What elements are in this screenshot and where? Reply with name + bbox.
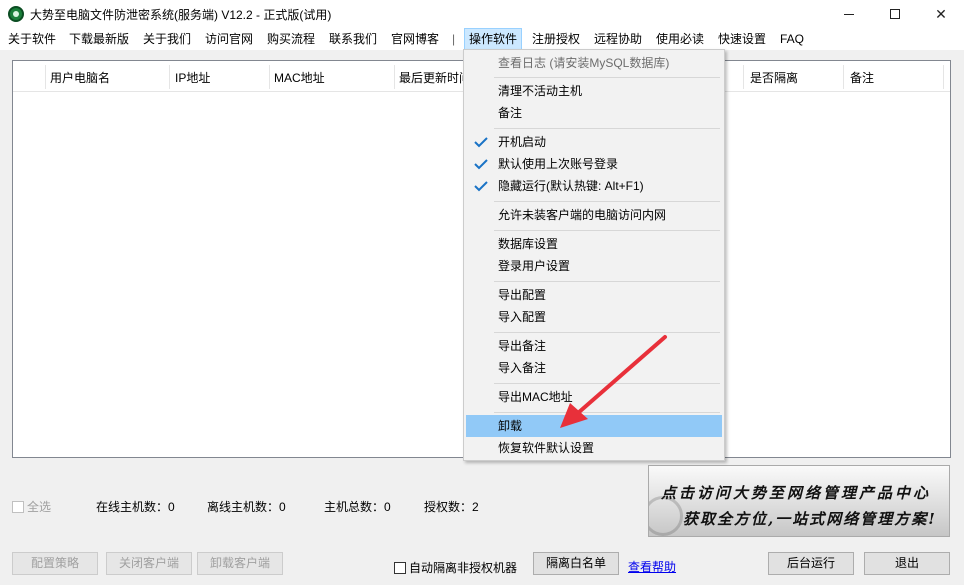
check-icon [474,159,488,170]
column-ip[interactable]: IP地址 [175,69,210,86]
menu-quick-setup[interactable]: 快速设置 [714,28,770,50]
menu-faq[interactable]: FAQ [776,28,808,50]
help-link[interactable]: 查看帮助 [628,558,676,575]
menu-about[interactable]: 关于软件 [4,28,60,50]
menu-remote[interactable]: 远程协助 [590,28,646,50]
menu-blog[interactable]: 官网博客 [387,28,443,50]
total-count: 主机总数：0 [324,500,391,514]
menu-default-login-label: 默认使用上次账号登录 [498,157,619,171]
whitelist-button[interactable]: 隔离白名单 [533,552,619,575]
menu-operate[interactable]: 操作软件 [464,28,523,50]
menu-allow-unclient[interactable]: 允许未装客户端的电脑访问内网 [466,204,722,226]
column-computer-name[interactable]: 用户电脑名 [50,69,110,86]
maximize-button[interactable] [872,0,918,28]
minimize-icon [844,13,854,15]
menu-uninstall[interactable]: 卸载 [466,415,722,437]
close-icon: ✕ [935,5,947,22]
menu-divider [494,332,720,333]
menu-export-remark[interactable]: 导出备注 [466,335,722,357]
column-divider[interactable] [394,65,395,89]
online-count: 在线主机数：0 [96,500,175,514]
menu-remark[interactable]: 备注 [466,102,722,124]
select-all-label: 全选 [27,500,52,514]
check-icon [474,181,488,192]
column-last-update[interactable]: 最后更新时间 [399,69,471,86]
column-divider[interactable] [169,65,170,89]
auto-isolate-checkbox[interactable]: 自动隔离非授权机器 [394,559,517,576]
menu-hidden-run-label: 隐藏运行(默认热键: Alt+F1) [498,179,644,193]
menu-autostart-label: 开机启动 [498,135,547,149]
menu-autostart[interactable]: 开机启动 [466,131,722,153]
check-icon [474,137,488,148]
menu-divider [494,412,720,413]
menu-export-config[interactable]: 导出配置 [466,284,722,306]
menu-restore-defaults[interactable]: 恢复软件默认设置 [466,437,722,459]
auto-isolate-label: 自动隔离非授权机器 [409,561,518,575]
column-divider[interactable] [843,65,844,89]
column-divider[interactable] [743,65,744,89]
menu-contact[interactable]: 联系我们 [325,28,381,50]
column-mac[interactable]: MAC地址 [274,69,325,86]
app-icon [8,6,24,22]
menu-divider [494,128,720,129]
menu-clean-inactive[interactable]: 清理不活动主机 [466,80,722,102]
menu-register[interactable]: 注册授权 [528,28,584,50]
menu-bar: 关于软件 下载最新版 关于我们 访问官网 购买流程 联系我们 官网博客 | 操作… [0,28,964,50]
banner-line2: 获取全方位,一站式网络管理方案! [683,510,937,528]
column-divider[interactable] [269,65,270,89]
maximize-icon [890,9,900,19]
menu-divider [494,77,720,78]
banner-line1: 点击访问大势至网络管理产品中心 [661,484,932,502]
menu-divider [494,201,720,202]
menu-must-read[interactable]: 使用必读 [652,28,708,50]
menu-hidden-run[interactable]: 隐藏运行(默认热键: Alt+F1) [466,175,722,197]
menu-default-login[interactable]: 默认使用上次账号登录 [466,153,722,175]
license-count: 授权数：2 [424,500,479,514]
menu-import-remark[interactable]: 导入备注 [466,357,722,379]
checkbox-box [394,562,406,574]
menu-download[interactable]: 下载最新版 [65,28,133,50]
menu-divider [494,383,720,384]
exit-button[interactable]: 退出 [864,552,950,575]
select-all-checkbox[interactable]: 全选 [12,498,51,515]
window-title: 大势至电脑文件防泄密系统(服务端) V12.2 - 正式版(试用) [30,8,332,22]
close-button[interactable]: ✕ [918,0,964,28]
menu-login-user-settings[interactable]: 登录用户设置 [466,255,722,277]
close-client-button[interactable]: 关闭客户端 [106,552,192,575]
uninstall-client-button[interactable]: 卸载客户端 [197,552,283,575]
menu-import-config[interactable]: 导入配置 [466,306,722,328]
operate-dropdown-menu: 查看日志 (请安装MySQL数据库) 清理不活动主机 备注 开机启动 默认使用上… [463,49,725,461]
column-remark[interactable]: 备注 [850,69,874,86]
column-divider[interactable] [45,65,46,89]
menu-divider [494,230,720,231]
menu-website[interactable]: 访问官网 [201,28,257,50]
minimize-button[interactable] [826,0,872,28]
menu-about-us[interactable]: 关于我们 [139,28,195,50]
column-isolated[interactable]: 是否隔离 [750,69,798,86]
offline-count: 离线主机数：0 [207,500,286,514]
title-bar: 大势至电脑文件防泄密系统(服务端) V12.2 - 正式版(试用) ✕ [0,0,964,28]
checkbox-box [12,501,24,513]
background-run-button[interactable]: 后台运行 [768,552,854,575]
column-divider[interactable] [943,65,944,89]
config-policy-button[interactable]: 配置策略 [12,552,98,575]
product-center-banner[interactable]: 点击访问大势至网络管理产品中心 获取全方位,一站式网络管理方案! [648,465,950,537]
menu-db-settings[interactable]: 数据库设置 [466,233,722,255]
menu-view-log[interactable]: 查看日志 (请安装MySQL数据库) [466,52,722,74]
menu-divider [494,281,720,282]
menu-purchase[interactable]: 购买流程 [263,28,319,50]
menu-separator: | [452,32,456,46]
menu-export-mac[interactable]: 导出MAC地址 [466,386,722,408]
